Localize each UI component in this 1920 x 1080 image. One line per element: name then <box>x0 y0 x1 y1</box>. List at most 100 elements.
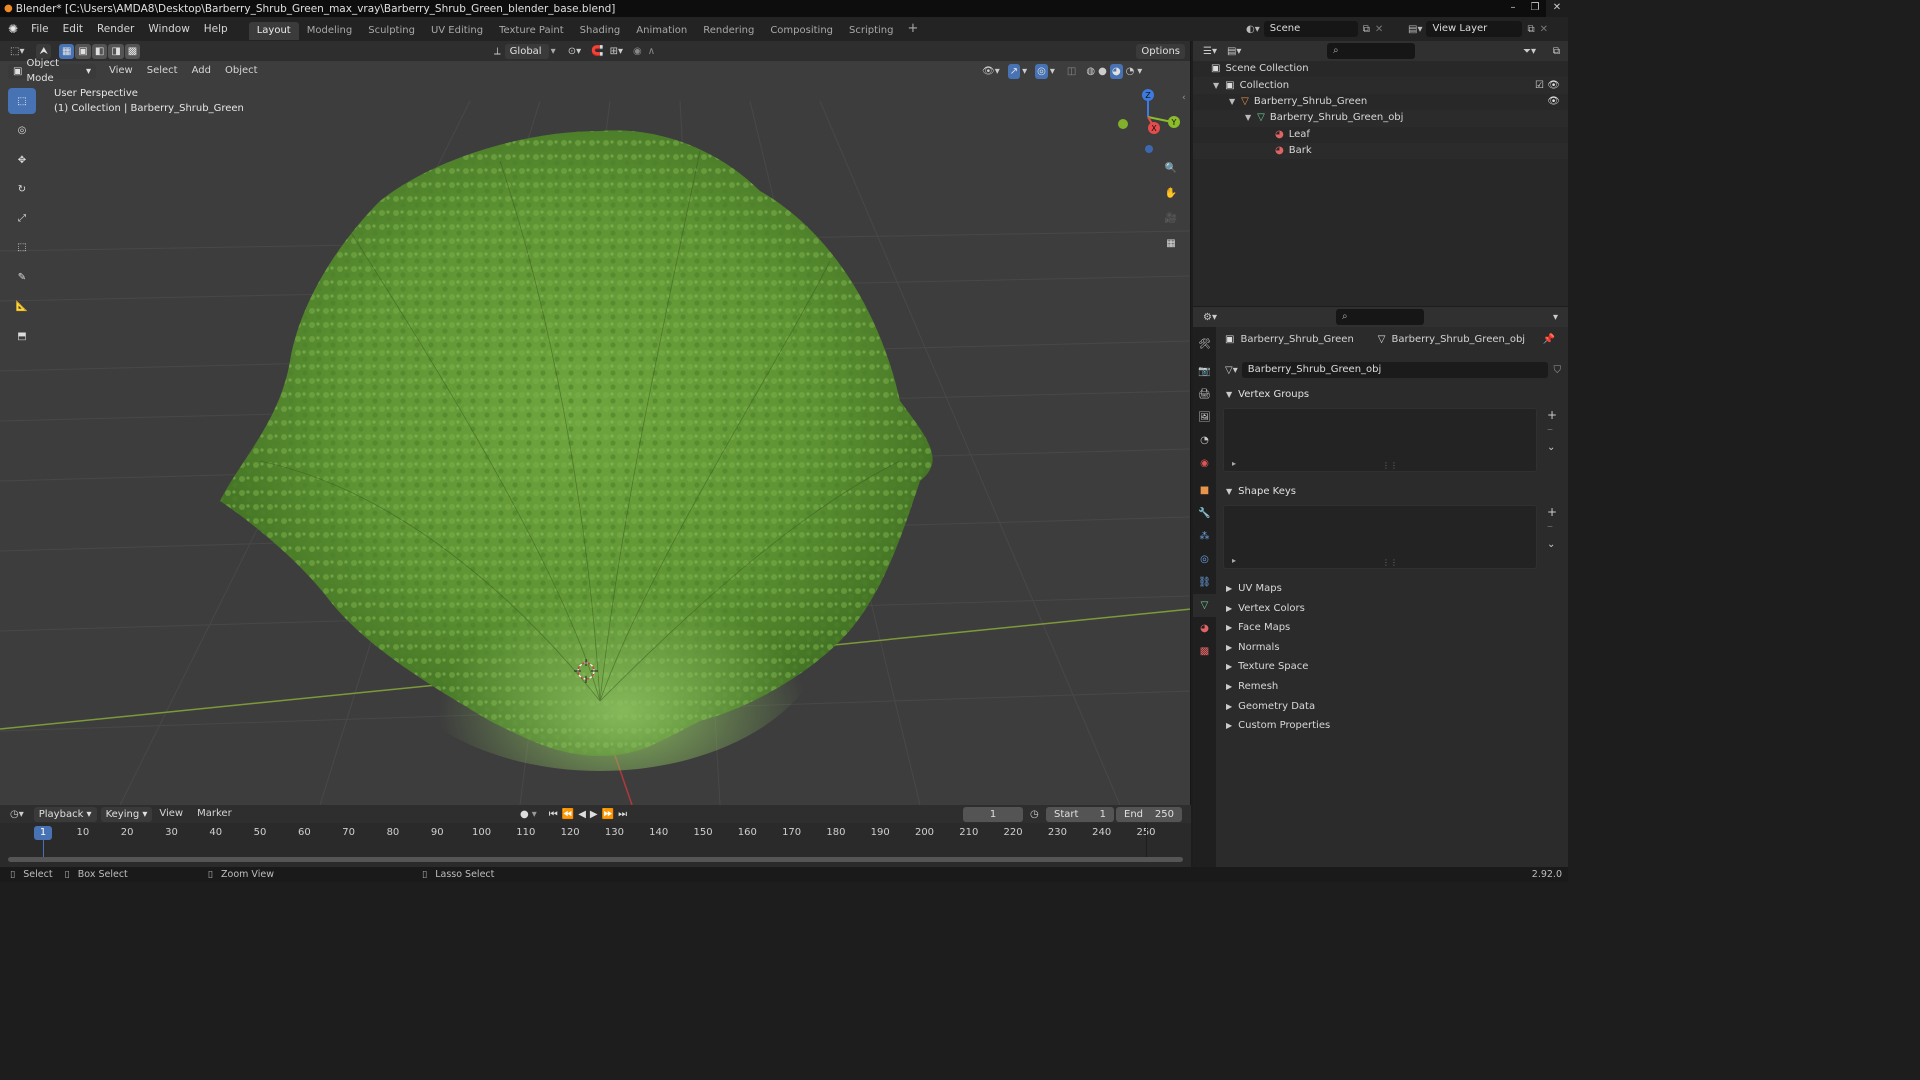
eye-icon[interactable]: 👁 <box>1547 94 1560 110</box>
3d-viewport[interactable]: ⬚▾ ⮝ ▦ ▣ ◧ ◨ ▩ ⟂ Global ▾ ⊙▾ 🧲 ⊞▾ ◉ ∧ Op… <box>0 41 1191 805</box>
output-tab-icon[interactable]: 🖨 <box>1193 383 1216 406</box>
scene-name-field[interactable]: Scene <box>1263 21 1358 37</box>
wireframe-shading-icon[interactable]: ◍ <box>1086 66 1095 77</box>
tab-uv-editing[interactable]: UV Editing <box>423 22 491 40</box>
timeline-scrollbar-thumb[interactable] <box>8 857 1183 862</box>
material-shading-icon[interactable]: ◕ <box>1109 63 1123 79</box>
fake-user-icon[interactable]: ⛉ <box>1554 365 1562 376</box>
timeline-scrollbar[interactable] <box>8 857 1183 862</box>
chevron-down-icon[interactable]: ▾ <box>1137 66 1142 77</box>
minimize-button[interactable]: – <box>1502 0 1524 17</box>
tab-animation[interactable]: Animation <box>628 22 695 40</box>
orientation-dropdown[interactable]: Global <box>504 43 549 59</box>
camera-view-icon[interactable]: 🎥 <box>1160 207 1182 229</box>
outliner-search-input[interactable]: ⌕ <box>1327 43 1415 59</box>
start-frame-field[interactable]: Start 1 <box>1046 806 1114 822</box>
snap-target-icon[interactable]: ⊞▾ <box>610 46 623 57</box>
xray-icon[interactable]: ◫ <box>1067 66 1076 77</box>
outliner-row-material-leaf[interactable]: ◕ Leaf <box>1193 127 1568 143</box>
blender-menu-icon[interactable]: ✺ <box>0 22 24 36</box>
measure-tool-icon[interactable]: 📐 <box>8 293 36 319</box>
menu-file[interactable]: File <box>24 17 56 41</box>
perspective-toggle-icon[interactable]: ▦ <box>1160 232 1182 254</box>
move-tool-icon[interactable]: ✥ <box>8 147 36 173</box>
play-reverse-icon[interactable]: ◀ <box>578 809 586 820</box>
world-tab-icon[interactable]: ◉ <box>1193 452 1216 475</box>
snap-icon[interactable]: 🧲 <box>591 46 603 57</box>
outliner-row-collection[interactable]: ▼ ▣ Collection ☑ 👁 <box>1193 77 1568 94</box>
falloff-icon[interactable]: ∧ <box>648 46 655 57</box>
delete-view-layer-icon[interactable]: ✕ <box>1540 24 1548 35</box>
tab-scripting[interactable]: Scripting <box>841 22 901 40</box>
outliner-row-object[interactable]: ▼ ▽ Barberry_Shrub_Green 👁 <box>1193 94 1568 110</box>
close-window-button[interactable]: ✕ <box>1546 0 1568 17</box>
outliner-row-scene-collection[interactable]: ▣ Scene Collection <box>1193 61 1568 77</box>
pivot-point-icon[interactable]: ⊙▾ <box>568 46 581 57</box>
play-icon[interactable]: ▶ <box>590 809 598 820</box>
overlay-toggle-icon[interactable]: ◎ <box>1035 63 1048 79</box>
particles-tab-icon[interactable]: ⁂ <box>1193 525 1216 548</box>
remove-vertex-group-icon[interactable]: – <box>1547 422 1557 436</box>
mesh-data-tab-icon[interactable]: ▽ <box>1193 594 1216 617</box>
playhead-frame-badge[interactable]: 1 <box>34 826 52 840</box>
menu-select[interactable]: Select <box>140 62 185 80</box>
jump-start-icon[interactable]: ⏮ <box>549 809 558 820</box>
editor-type-icon[interactable]: ⬚▾ <box>0 46 30 57</box>
visibility-icon[interactable]: 👁▾ <box>982 66 1000 77</box>
chevron-down-icon[interactable]: ▾ <box>1050 66 1055 77</box>
panel-texture-space[interactable]: ▶ Texture Space <box>1216 657 1568 677</box>
select-box-tool-icon[interactable]: ⬚ <box>8 88 36 114</box>
proportional-edit-icon[interactable]: ◉ <box>633 46 642 57</box>
tab-rendering[interactable]: Rendering <box>695 22 762 40</box>
panel-remesh[interactable]: ▶ Remesh <box>1216 677 1568 697</box>
pin-icon[interactable]: 📌 <box>1543 334 1555 345</box>
rotate-tool-icon[interactable]: ↻ <box>8 176 36 202</box>
menu-add[interactable]: Add <box>185 62 218 80</box>
display-mode-icon[interactable]: ▤▾ <box>1227 46 1241 57</box>
constraints-tab-icon[interactable]: ⛓ <box>1193 571 1216 594</box>
end-frame-field[interactable]: End 250 <box>1116 806 1182 822</box>
view-layer-tab-icon[interactable]: 🖼 <box>1193 406 1216 429</box>
timeline-menu-marker[interactable]: Marker <box>190 805 239 823</box>
render-tab-icon[interactable]: 📷 <box>1193 360 1216 383</box>
options-dropdown[interactable]: Options <box>1136 43 1185 59</box>
rendered-shading-icon[interactable]: ◔ <box>1126 66 1135 77</box>
disclosure-triangle-icon[interactable]: ▼ <box>1213 78 1219 94</box>
vertex-group-menu-icon[interactable]: ⌄ <box>1547 442 1557 453</box>
view-layer-icon[interactable]: ▤▾ <box>1408 24 1422 35</box>
prev-keyframe-icon[interactable]: ⏪ <box>562 809 574 820</box>
shape-key-menu-icon[interactable]: ⌄ <box>1547 539 1557 550</box>
scene-icon[interactable]: ◐▾ <box>1246 24 1260 35</box>
view-layer-name-field[interactable]: View Layer <box>1426 21 1523 37</box>
maximize-button[interactable]: ❐ <box>1524 0 1546 17</box>
barberry-shrub[interactable] <box>220 130 933 771</box>
texture-tab-icon[interactable]: ▩ <box>1193 640 1216 663</box>
panel-vertex-groups-header[interactable]: ▼ Vertex Groups <box>1216 385 1568 404</box>
exclude-checkbox[interactable]: ☑ <box>1535 78 1544 94</box>
add-vertex-group-icon[interactable]: + <box>1547 408 1557 422</box>
chevron-down-icon[interactable]: ▾ <box>1553 312 1558 323</box>
chevron-down-icon[interactable]: ▾ <box>1022 66 1027 77</box>
menu-edit[interactable]: Edit <box>56 17 90 41</box>
annotate-tool-icon[interactable]: ✎ <box>8 264 36 290</box>
menu-window[interactable]: Window <box>141 17 196 41</box>
new-view-layer-icon[interactable]: ⧉ <box>1527 24 1534 35</box>
select-intersect-icon[interactable]: ▩ <box>124 43 141 59</box>
tab-sculpting[interactable]: Sculpting <box>360 22 423 40</box>
panel-uv-maps[interactable]: ▶ UV Maps <box>1216 579 1568 599</box>
tab-texture-paint[interactable]: Texture Paint <box>491 22 572 40</box>
tab-modeling[interactable]: Modeling <box>299 22 361 40</box>
tool-tab-icon[interactable]: 🛠 <box>1193 333 1216 356</box>
outliner-editor-icon[interactable]: ☰▾ <box>1203 46 1217 57</box>
sidebar-toggle-icon[interactable]: ‹ <box>1182 93 1186 103</box>
outliner-row-material-bark[interactable]: ◕ Bark <box>1193 142 1568 160</box>
select-subtract-icon[interactable]: ◧ <box>91 43 108 59</box>
menu-render[interactable]: Render <box>90 17 141 41</box>
remove-shape-key-icon[interactable]: – <box>1547 519 1557 533</box>
playback-menu[interactable]: Playback ▾ <box>33 806 97 822</box>
timeline-menu-view[interactable]: View <box>152 805 190 823</box>
zoom-icon[interactable]: 🔍 <box>1160 157 1182 179</box>
mode-dropdown[interactable]: ▣ Object Mode ▾ <box>8 58 96 84</box>
properties-editor-icon[interactable]: ⚙▾ <box>1203 312 1217 323</box>
panel-normals[interactable]: ▶ Normals <box>1216 638 1568 658</box>
